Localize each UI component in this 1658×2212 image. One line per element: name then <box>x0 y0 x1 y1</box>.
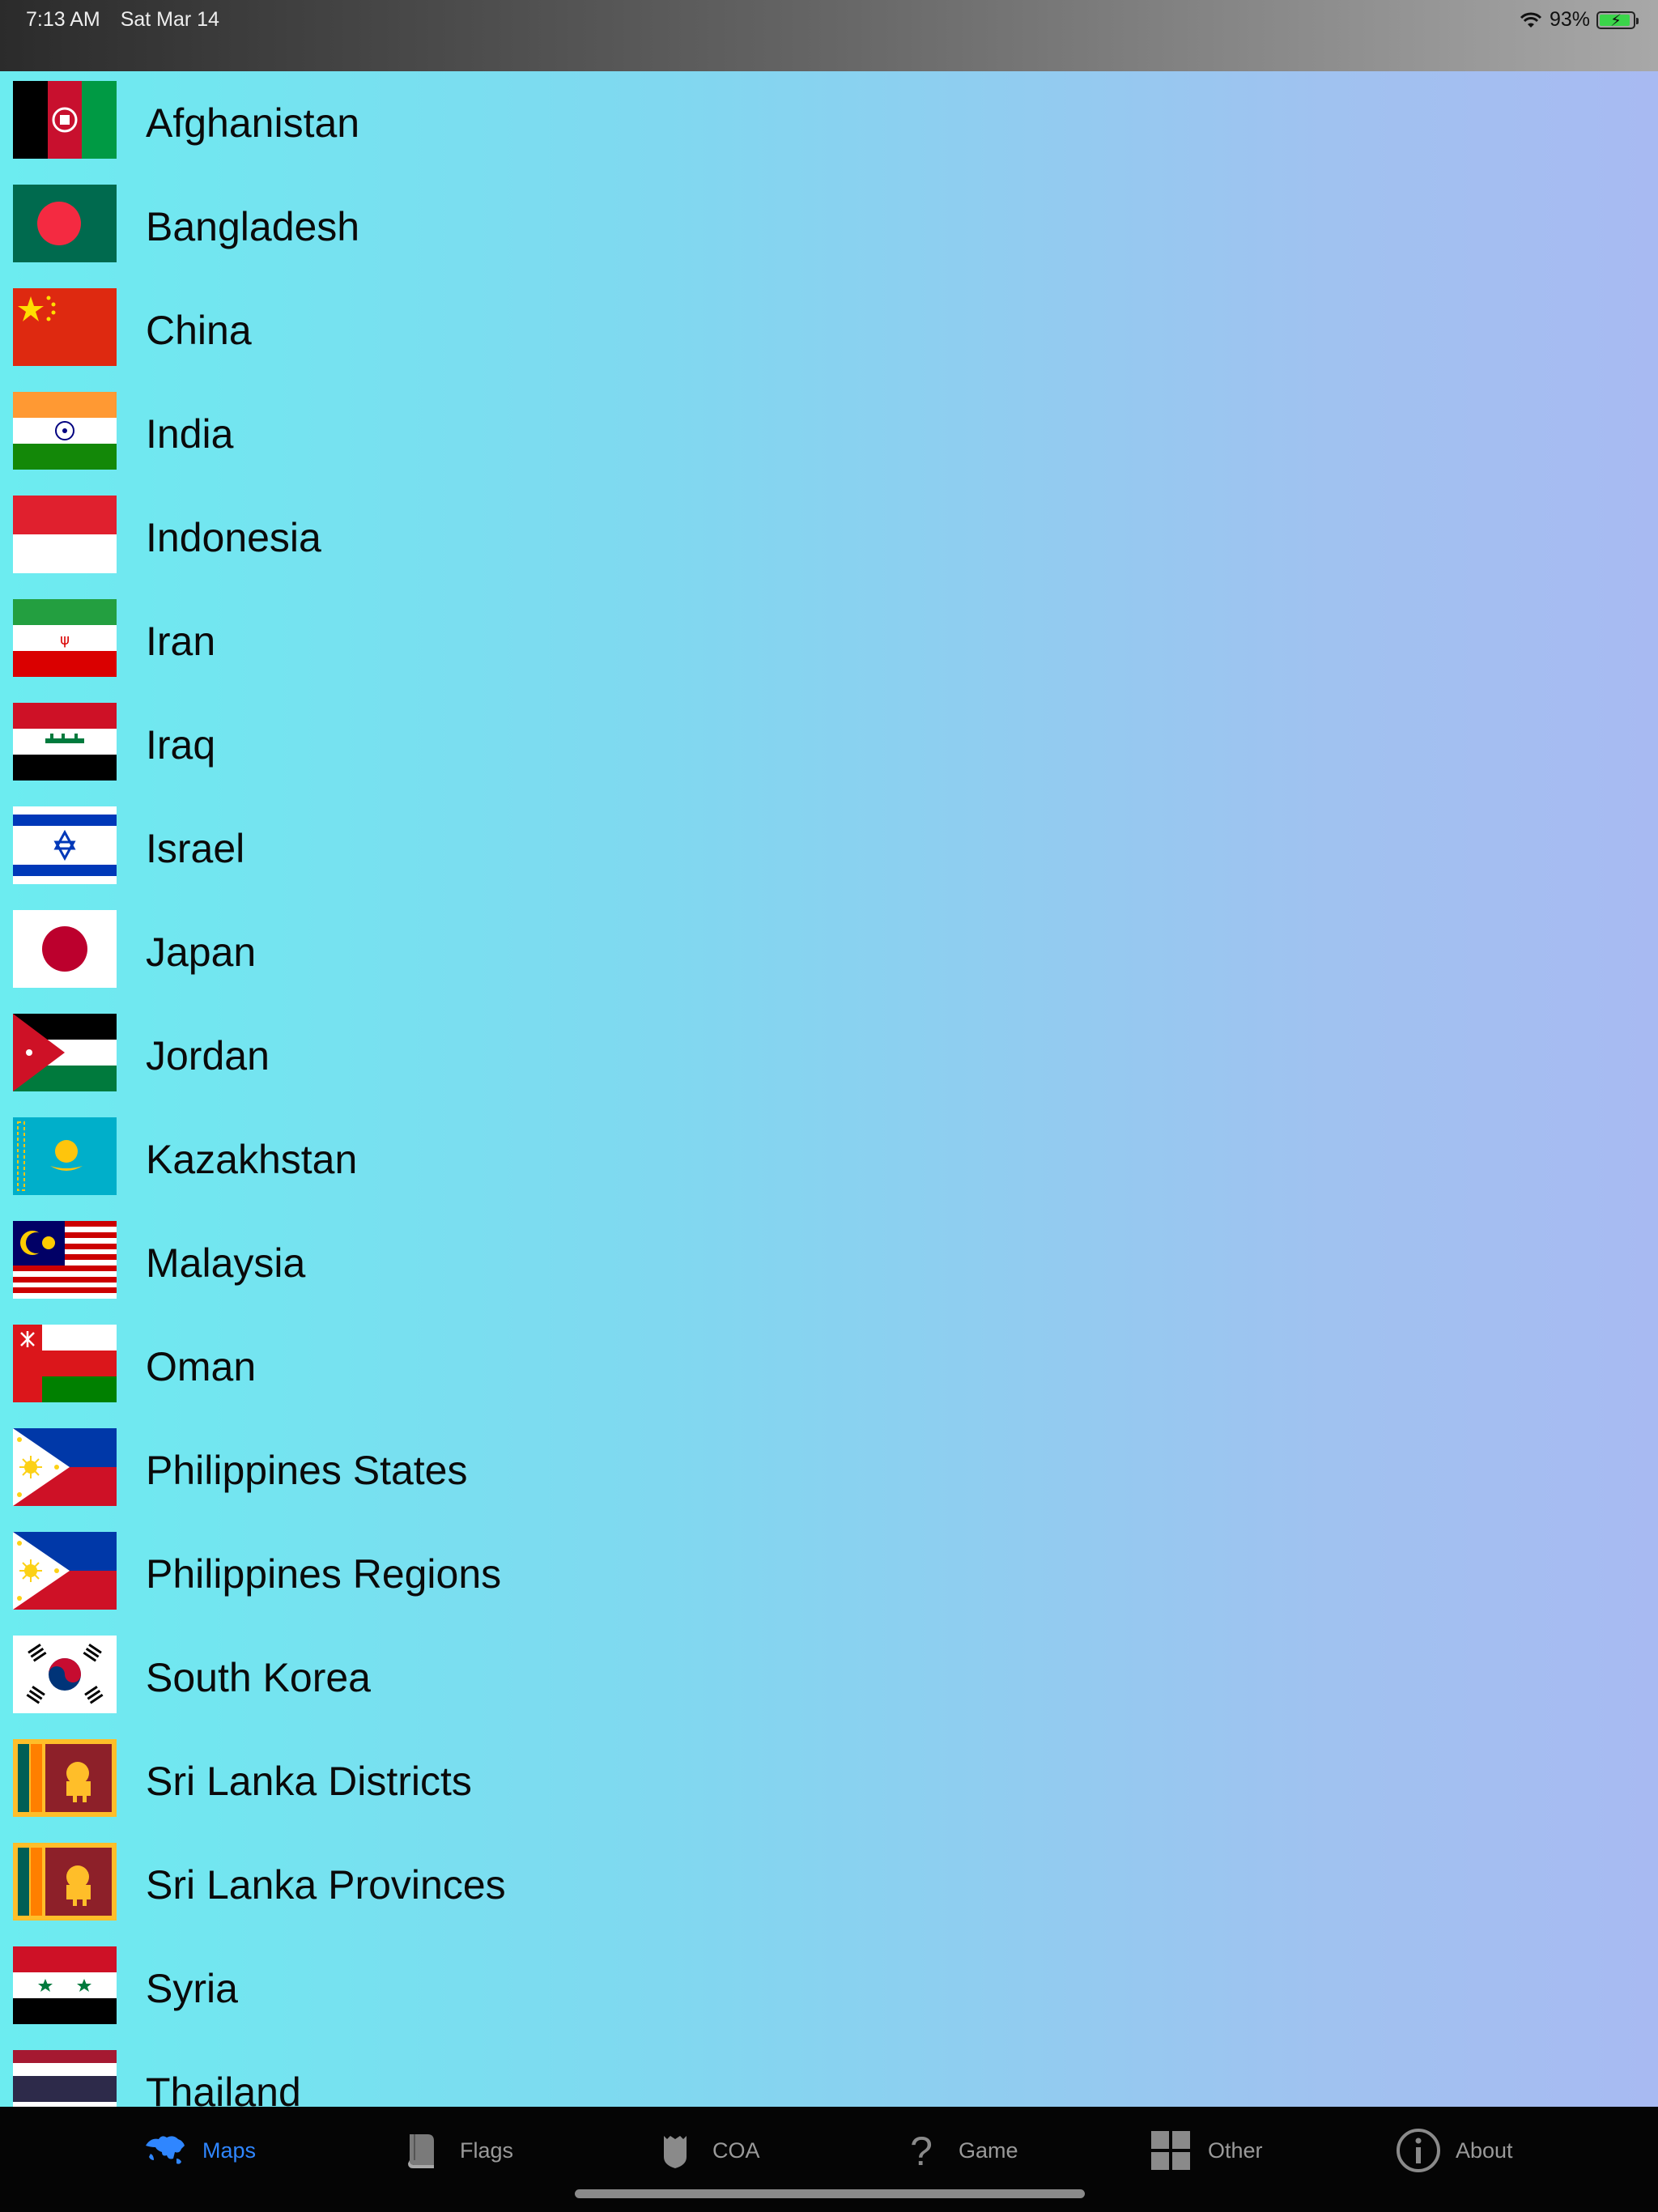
country-name: China <box>146 308 252 353</box>
wifi-icon <box>1520 12 1542 28</box>
status-left: 7:13 AM Sat Mar 14 <box>26 8 234 32</box>
syria-flag-icon <box>13 1946 117 2024</box>
country-name: Afghanistan <box>146 100 360 146</box>
india-flag-icon <box>13 392 117 470</box>
country-name: Malaysia <box>146 1240 306 1286</box>
list-item[interactable]: South Korea <box>0 1626 1658 1729</box>
country-name: Sri Lanka Provinces <box>146 1862 506 1908</box>
question-mark-icon: ? <box>910 2129 933 2173</box>
country-name: Iraq <box>146 722 216 768</box>
svg-text:?: ? <box>910 2129 933 2173</box>
list-item[interactable]: Thailand <box>0 2040 1658 2107</box>
sri-lanka-flag-icon <box>13 1843 117 1921</box>
list-item[interactable]: Sri Lanka Districts <box>0 1729 1658 1833</box>
tab-game[interactable]: ? Game <box>899 2126 1018 2175</box>
home-indicator <box>575 2189 1085 2198</box>
country-name: Bangladesh <box>146 204 360 249</box>
world-map-icon <box>146 2136 185 2164</box>
iran-flag-icon: ψ <box>13 599 117 677</box>
list-item[interactable]: Iraq <box>0 693 1658 797</box>
afghanistan-flag-icon <box>13 81 117 159</box>
tab-label: About <box>1456 2138 1513 2163</box>
iraq-flag-icon <box>13 703 117 781</box>
country-name: Indonesia <box>146 515 321 560</box>
country-name: Jordan <box>146 1033 270 1078</box>
status-date: Sat Mar 14 <box>120 8 219 31</box>
list-item[interactable]: Indonesia <box>0 486 1658 589</box>
tab-label: Flags <box>460 2138 514 2163</box>
country-name: Sri Lanka Districts <box>146 1759 472 1804</box>
philippines-flag-icon <box>13 1532 117 1610</box>
list-item[interactable]: Philippines Regions <box>0 1522 1658 1626</box>
battery-percent: 93% <box>1549 8 1590 31</box>
list-item[interactable]: Japan <box>0 900 1658 1004</box>
status-right: 93% ⚡ <box>1519 8 1639 32</box>
country-name: Syria <box>146 1966 238 2011</box>
list-item[interactable]: ψ Iran <box>0 589 1658 693</box>
country-name: India <box>146 411 234 457</box>
bangladesh-flag-icon <box>13 185 117 262</box>
info-icon <box>1397 2129 1440 2172</box>
tab-label: COA <box>712 2138 760 2163</box>
japan-flag-icon <box>13 910 117 988</box>
country-list[interactable]: Afghanistan Bangladesh China India Indonesia… <box>0 71 1658 2107</box>
grid-icon <box>1151 2131 1190 2170</box>
list-item[interactable]: Oman <box>0 1315 1658 1419</box>
tab-label: Maps <box>202 2138 257 2163</box>
country-name: Philippines States <box>146 1448 468 1493</box>
list-item[interactable]: Israel <box>0 797 1658 900</box>
country-name: Kazakhstan <box>146 1137 358 1182</box>
status-time: 7:13 AM <box>26 8 100 31</box>
israel-flag-icon <box>13 806 117 884</box>
bolt-icon: ⚡ <box>1609 11 1622 30</box>
status-bar: 7:13 AM Sat Mar 14 93% ⚡ <box>0 0 1658 71</box>
shield-icon <box>664 2136 687 2168</box>
book-icon <box>408 2134 434 2168</box>
battery-tip <box>1636 17 1639 24</box>
tab-label: Other <box>1208 2138 1263 2163</box>
country-name: Iran <box>146 619 216 664</box>
list-item[interactable]: India <box>0 382 1658 486</box>
list-item[interactable]: Afghanistan <box>0 71 1658 175</box>
tab-about[interactable]: About <box>1396 2126 1513 2175</box>
list-item[interactable]: Malaysia <box>0 1211 1658 1315</box>
country-name: South Korea <box>146 1655 371 1700</box>
list-item[interactable]: Syria <box>0 1937 1658 2040</box>
country-name: Oman <box>146 1344 257 1389</box>
battery-charging-icon: ⚡ <box>1596 11 1639 30</box>
tab-other[interactable]: Other <box>1148 2126 1263 2175</box>
country-name: Thailand <box>146 2069 301 2107</box>
svg-text:ψ: ψ <box>60 632 70 649</box>
list-item[interactable]: China <box>0 279 1658 382</box>
list-item[interactable]: Jordan <box>0 1004 1658 1108</box>
country-name: Philippines Regions <box>146 1551 502 1597</box>
tab-coa[interactable]: COA <box>653 2126 760 2175</box>
china-flag-icon <box>13 288 117 366</box>
thailand-flag-icon <box>13 2050 117 2107</box>
list-item[interactable]: Sri Lanka Provinces <box>0 1833 1658 1937</box>
country-name: Japan <box>146 929 257 975</box>
south-korea-flag-icon <box>13 1636 117 1713</box>
screen: 7:13 AM Sat Mar 14 93% ⚡ Afghanistan Bang… <box>0 0 1658 2212</box>
tab-label: Game <box>959 2138 1018 2163</box>
sri-lanka-flag-icon <box>13 1739 117 1817</box>
tab-maps[interactable]: Maps <box>142 2126 256 2175</box>
indonesia-flag-icon <box>13 496 117 573</box>
list-item[interactable]: Bangladesh <box>0 175 1658 279</box>
list-item[interactable]: Kazakhstan <box>0 1108 1658 1211</box>
kazakhstan-flag-icon <box>13 1117 117 1195</box>
jordan-flag-icon <box>13 1014 117 1091</box>
tab-flags[interactable]: Flags <box>400 2126 513 2175</box>
philippines-flag-icon <box>13 1428 117 1506</box>
malaysia-flag-icon <box>13 1221 117 1299</box>
oman-flag-icon <box>13 1325 117 1402</box>
country-name: Israel <box>146 826 245 871</box>
list-item[interactable]: Philippines States <box>0 1419 1658 1522</box>
